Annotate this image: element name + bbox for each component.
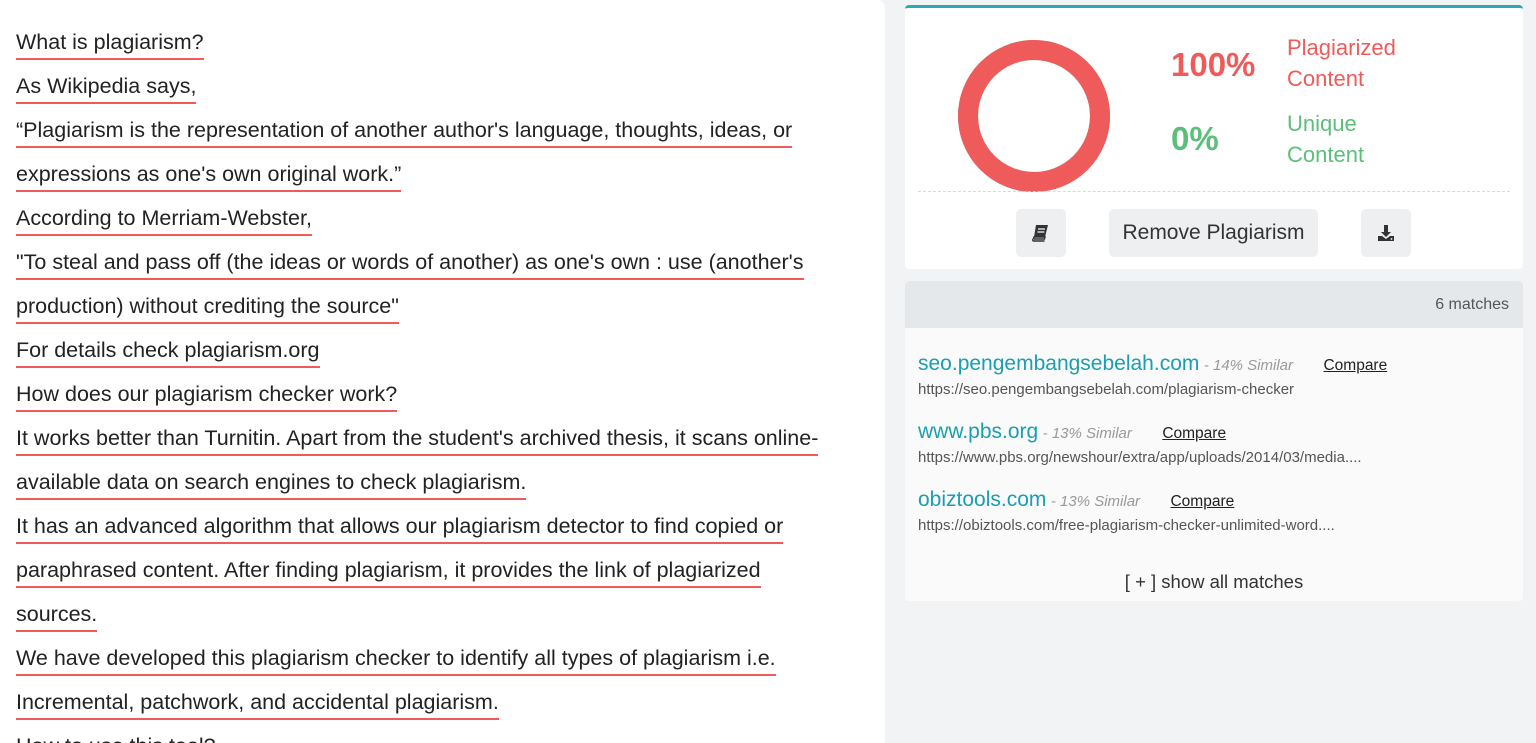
highlighted-text: According to Merriam-Webster, <box>16 203 312 236</box>
matches-card: 6 matches seo.pengembangsebelah.com - 14… <box>905 281 1523 601</box>
donut-plagiarized-arc <box>958 40 1110 192</box>
document-line: As Wikipedia says, <box>16 71 885 115</box>
match-domain-link[interactable]: obiztools.com <box>918 488 1046 511</box>
plagiarism-score-card: 100% Plagiarized Content 0% Unique Conte… <box>905 5 1523 269</box>
divider <box>918 191 1510 192</box>
highlighted-text: paraphrased content. After finding plagi… <box>16 555 761 588</box>
match-similarity: - 14% Similar <box>1203 357 1294 374</box>
match-item: seo.pengembangsebelah.com - 14% Similar … <box>918 352 1387 398</box>
book-button[interactable] <box>1016 209 1066 257</box>
match-header: obiztools.com - 13% Similar Compare <box>918 488 1335 512</box>
unique-percent: 0% <box>1171 120 1219 157</box>
remove-plagiarism-button[interactable]: Remove Plagiarism <box>1109 209 1318 257</box>
highlighted-text: For details check plagiarism.org <box>16 335 320 368</box>
match-url: https://obiztools.com/free-plagiarism-ch… <box>918 517 1335 534</box>
document-lines: What is plagiarism? As Wikipedia says, “… <box>0 0 885 743</box>
document-line: How does our plagiarism checker work? <box>16 379 885 423</box>
highlighted-text: What is plagiarism? <box>16 27 204 60</box>
document-line: expressions as one's own original work.” <box>16 159 885 203</box>
document-line: “Plagiarism is the representation of ano… <box>16 115 885 159</box>
unique-label: Unique Content <box>1287 111 1365 167</box>
document-line: It works better than Turnitin. Apart fro… <box>16 423 885 467</box>
plagiarism-donut-chart <box>958 40 1110 192</box>
document-line: It has an advanced algorithm that allows… <box>16 511 885 555</box>
highlighted-text: “Plagiarism is the representation of ano… <box>16 115 793 148</box>
document-line: production) without crediting the source… <box>16 291 885 335</box>
highlighted-text: As Wikipedia says, <box>16 71 197 104</box>
match-url: https://www.pbs.org/newshour/extra/app/u… <box>918 449 1362 466</box>
plagiarized-label: Plagiarized Content <box>1287 35 1396 91</box>
highlighted-text: available data on search engines to chec… <box>16 467 527 500</box>
plain-text: How to use this tool? <box>16 731 216 743</box>
document-line: Incremental, patchwork, and accidental p… <box>16 687 885 731</box>
compare-link[interactable]: Compare <box>1162 425 1226 442</box>
document-line: "To steal and pass off (the ideas or wor… <box>16 247 885 291</box>
document-line: We have developed this plagiarism checke… <box>16 643 885 687</box>
match-domain-link[interactable]: www.pbs.org <box>918 420 1038 443</box>
document-line: According to Merriam-Webster, <box>16 203 885 247</box>
document-line: paraphrased content. After finding plagi… <box>16 555 885 599</box>
document-line: sources. <box>16 599 885 643</box>
compare-link[interactable]: Compare <box>1170 493 1234 510</box>
highlighted-text: We have developed this plagiarism checke… <box>16 643 776 676</box>
highlighted-text: sources. <box>16 599 98 632</box>
document-line: available data on search engines to chec… <box>16 467 885 511</box>
match-similarity: - 13% Similar <box>1042 425 1132 442</box>
document-line: What is plagiarism? <box>16 27 885 71</box>
highlighted-text: expressions as one's own original work.” <box>16 159 402 192</box>
match-item: obiztools.com - 13% Similar Compare http… <box>918 488 1335 534</box>
highlighted-text: It has an advanced algorithm that allows… <box>16 511 784 544</box>
match-url: https://seo.pengembangsebelah.com/plagia… <box>918 381 1295 398</box>
highlighted-text: "To steal and pass off (the ideas or wor… <box>16 247 804 280</box>
compare-link[interactable]: Compare <box>1323 357 1387 374</box>
download-icon <box>1378 225 1394 241</box>
match-domain-link[interactable]: seo.pengembangsebelah.com <box>918 352 1199 375</box>
match-header: www.pbs.org - 13% Similar Compare <box>918 420 1362 444</box>
match-similarity: - 13% Similar <box>1050 493 1141 510</box>
match-header: seo.pengembangsebelah.com - 14% Similar … <box>918 352 1387 376</box>
matches-count: 6 matches <box>905 281 1523 328</box>
match-item: www.pbs.org - 13% Similar Compare https:… <box>918 420 1362 466</box>
highlighted-text: How does our plagiarism checker work? <box>16 379 398 412</box>
document-line: How to use this tool? <box>16 731 885 743</box>
highlighted-text: Incremental, patchwork, and accidental p… <box>16 687 499 720</box>
document-panel: What is plagiarism? As Wikipedia says, “… <box>0 0 885 743</box>
show-all-matches-link[interactable]: [ + ] show all matches <box>905 571 1523 593</box>
book-icon <box>1032 225 1048 242</box>
highlighted-text: production) without crediting the source… <box>16 291 399 324</box>
plagiarized-percent: 100% <box>1171 46 1256 83</box>
highlighted-text: It works better than Turnitin. Apart fro… <box>16 423 819 456</box>
document-line: For details check plagiarism.org <box>16 335 885 379</box>
download-button[interactable] <box>1361 209 1411 257</box>
